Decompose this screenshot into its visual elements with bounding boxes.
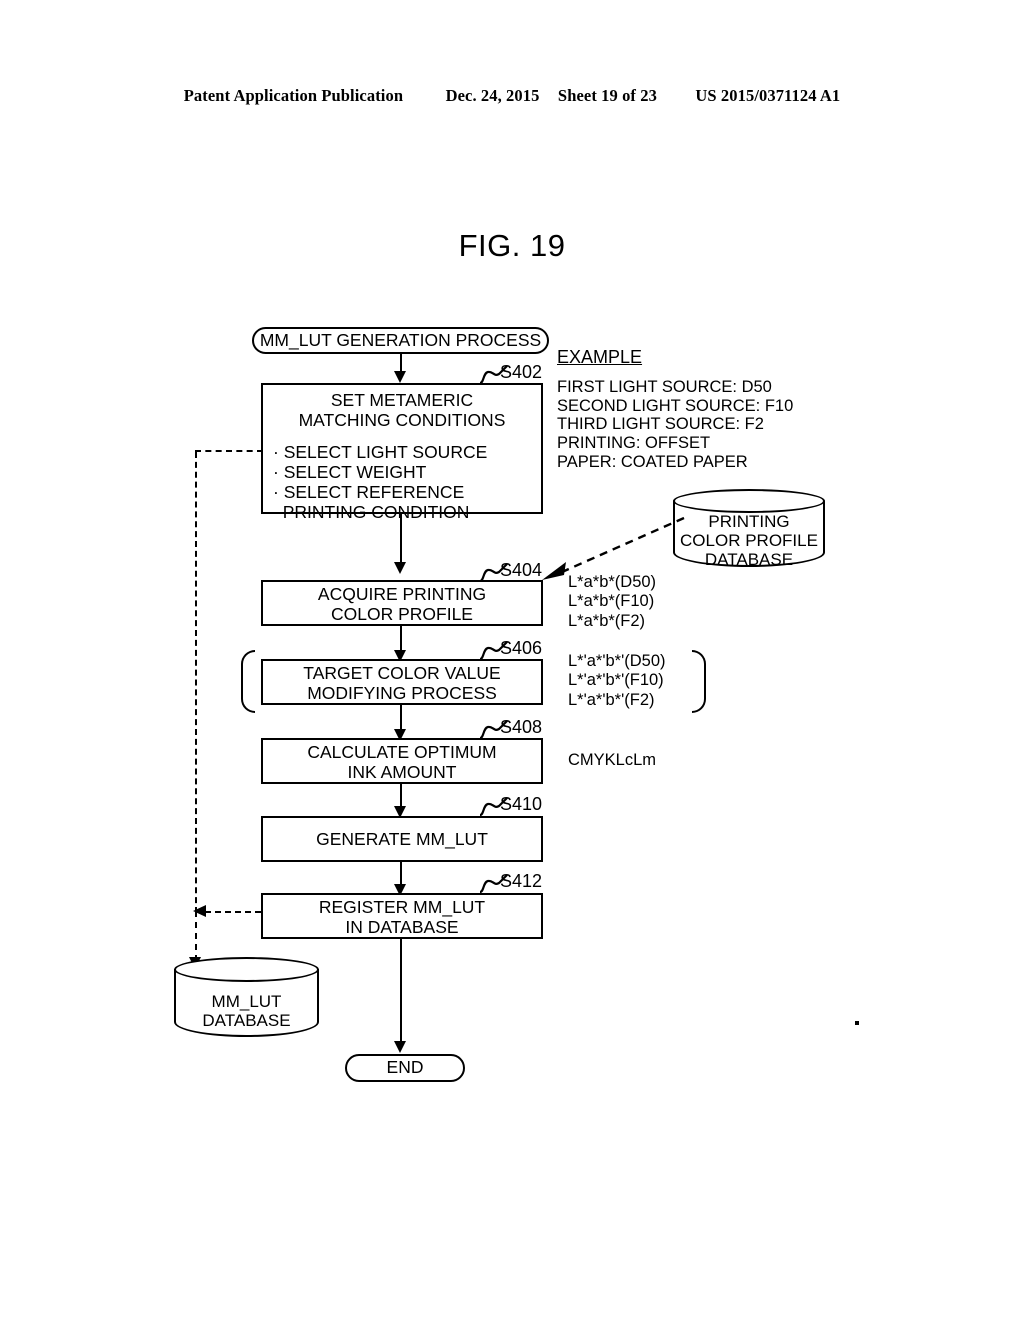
scan-speck xyxy=(855,1021,859,1025)
mmlut-db-line2: DATABASE xyxy=(202,1011,291,1030)
arrowhead-start-to-s402 xyxy=(394,371,406,383)
process-box-s408: CALCULATE OPTIMUM INK AMOUNT xyxy=(261,738,543,784)
step-label-s408: S408 xyxy=(500,717,543,737)
s412-title-line2: IN DATABASE xyxy=(345,916,459,937)
arrowhead-s412-to-end xyxy=(394,1041,406,1053)
patent-header: Patent Application Publication Dec. 24, … xyxy=(0,86,1024,106)
feedback-line-to-s402-horizontal xyxy=(195,450,263,452)
example-body: FIRST LIGHT SOURCE: D50 SECOND LIGHT SOU… xyxy=(557,378,794,471)
feedback-line-vertical xyxy=(195,452,197,913)
mm-lut-database: MM_LUT DATABASE xyxy=(174,957,319,1039)
header-sheet: Sheet 19 of 23 xyxy=(557,86,657,105)
s402-title-line1: SET METAMERIC xyxy=(330,390,474,410)
s406-title-line1: TARGET COLOR VALUE xyxy=(303,663,501,683)
process-box-s404: ACQUIRE PRINTING COLOR PROFILE xyxy=(261,580,543,626)
s410-title-line1: GENERATE MM_LUT xyxy=(316,829,488,849)
bracket-right-s406 xyxy=(692,650,706,713)
step-label-s410: S410 xyxy=(500,794,543,814)
printing-db-line3: DATABASE xyxy=(704,550,794,569)
connector-s406-to-s408 xyxy=(400,705,402,731)
example-heading: EXAMPLE xyxy=(557,347,643,367)
s408-title-line2: INK AMOUNT xyxy=(347,761,457,782)
connector-s402-to-s404 xyxy=(400,514,402,564)
flow-start-terminal: MM_LUT GENERATION PROCESS xyxy=(252,327,549,354)
process-box-s410: GENERATE MM_LUT xyxy=(261,816,543,862)
figure-title: FIG. 19 xyxy=(458,228,566,263)
ink-channels-note: CMYKLcLm xyxy=(568,751,657,769)
flow-end-label: END xyxy=(386,1057,424,1078)
s402-bullet-1: · SELECT LIGHT SOURCE xyxy=(273,441,488,462)
s404-title-line1: ACQUIRE PRINTING xyxy=(317,584,487,604)
s412-title-line1: REGISTER MM_LUT xyxy=(318,897,486,917)
step-label-s406: S406 xyxy=(500,638,543,658)
process-box-s406: TARGET COLOR VALUE MODIFYING PROCESS xyxy=(261,659,543,705)
s408-title-line1: CALCULATE OPTIMUM xyxy=(307,742,497,762)
printing-color-profile-database: PRINTING COLOR PROFILE DATABASE xyxy=(673,489,825,569)
mmlut-cylinder-top xyxy=(174,957,319,982)
s402-bullet-3: · SELECT REFERENCE xyxy=(273,481,465,502)
header-publication-label: Patent Application Publication xyxy=(183,86,404,105)
printing-db-line2: COLOR PROFILE xyxy=(680,531,818,550)
bracket-left-s406 xyxy=(241,650,255,713)
s402-bullet-4: PRINTING CONDITION xyxy=(273,501,470,522)
process-box-s402: SET METAMERIC MATCHING CONDITIONS · SELE… xyxy=(261,383,543,522)
connector-s404-to-s406 xyxy=(400,626,402,652)
s402-bullet-2: · SELECT WEIGHT xyxy=(273,461,427,482)
printing-db-line1: PRINTING xyxy=(708,512,790,531)
s404-title-line2: COLOR PROFILE xyxy=(331,603,473,624)
feedback-line-s412-horizontal xyxy=(205,911,261,913)
process-box-s412: REGISTER MM_LUT IN DATABASE xyxy=(261,893,543,939)
feedback-line-to-mmlut-db xyxy=(195,911,197,961)
s406-title-line2: MODIFYING PROCESS xyxy=(307,682,497,703)
connector-s412-to-end xyxy=(400,939,402,1044)
lab-modified-note: L*'a*'b*'(D50) L*'a*'b*'(F10) L*'a*'b*'(… xyxy=(568,652,666,709)
database-cylinder-top xyxy=(673,489,825,513)
flow-start-label: MM_LUT GENERATION PROCESS xyxy=(259,329,542,350)
lab-values-note: L*a*b*(D50) L*a*b*(F10) L*a*b*(F2) xyxy=(568,573,657,630)
arrowhead-s402-to-s404 xyxy=(394,562,406,574)
header-publication-number: US 2015/0371124 A1 xyxy=(695,86,841,105)
header-date: Dec. 24, 2015 xyxy=(445,86,540,105)
s402-title-line2: MATCHING CONDITIONS xyxy=(298,409,506,430)
mmlut-db-line1: MM_LUT xyxy=(211,992,282,1011)
step-label-s402: S402 xyxy=(500,362,543,382)
step-label-s412: S412 xyxy=(500,871,543,891)
flow-end-terminal: END xyxy=(345,1054,465,1082)
